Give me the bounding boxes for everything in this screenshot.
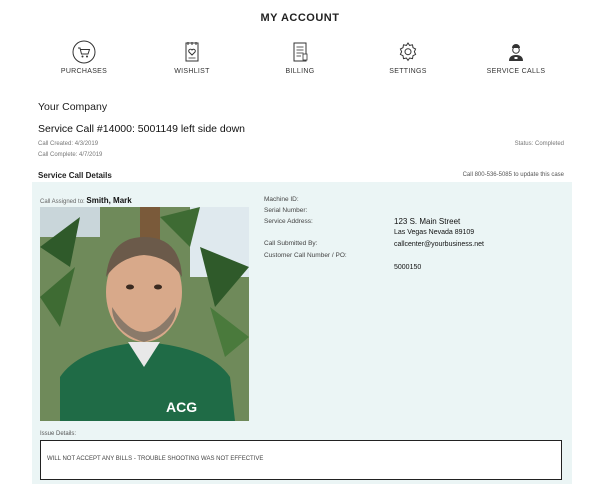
nav-label: SETTINGS [389, 68, 427, 75]
customer-po-label: Customer Call Number / PO: [264, 252, 347, 259]
call-complete-value: 4/7/2019 [79, 152, 103, 158]
serial-number-label: Serial Number: [264, 207, 308, 214]
details-heading: Service Call Details [38, 171, 112, 180]
service-address-label: Service Address: [264, 218, 313, 225]
gear-icon [399, 42, 417, 62]
call-created: Call Created: 4/3/2019 [38, 141, 98, 147]
address-line1: 123 S. Main Street [394, 217, 461, 226]
technician-photo: ACG [40, 207, 249, 421]
call-created-label: Call Created: [38, 141, 74, 147]
cart-icon [72, 40, 96, 64]
call-complete-label: Call Complete: [38, 152, 78, 158]
billing-icon [293, 42, 308, 62]
nav-label: PURCHASES [60, 68, 108, 75]
nav-wishlist[interactable]: WISHLIST [138, 40, 246, 84]
nav-label: WISHLIST [174, 68, 210, 75]
service-call-title: Service Call #14000: 5001149 left side d… [38, 123, 246, 135]
customer-po-value: 5000150 [394, 264, 422, 271]
call-complete: Call Complete: 4/7/2019 [38, 152, 102, 158]
nav-service-calls[interactable]: SERVICE CALLS [462, 40, 570, 84]
account-nav: PURCHASES WISHLIST BILLING SETTINGS SERV… [30, 40, 570, 84]
status-label: Status: [514, 141, 534, 147]
issue-details-box: WILL NOT ACCEPT ANY BILLS - TROUBLE SHOO… [40, 440, 562, 480]
issue-details-label: Issue Details: [40, 431, 77, 437]
wishlist-icon [185, 42, 199, 62]
machine-id-label: Machine ID: [264, 196, 299, 203]
call-assigned: Call Assigned to: Smith, Mark [40, 196, 132, 205]
call-created-value: 4/3/2019 [74, 141, 99, 147]
assigned-name: Smith, Mark [86, 196, 132, 205]
company-name: Your Company [38, 101, 108, 113]
update-case-text: Call 800-536-5085 to update this case [462, 172, 564, 178]
photo-logo: ACG [166, 399, 197, 415]
page-title: MY ACCOUNT [260, 12, 340, 24]
issue-details-text: WILL NOT ACCEPT ANY BILLS - TROUBLE SHOO… [47, 456, 264, 462]
nav-label: BILLING [285, 68, 315, 75]
address-line2: Las Vegas Nevada 89109 [394, 229, 475, 236]
nav-label: SERVICE CALLS [486, 68, 546, 75]
status-value: Completed [534, 141, 564, 147]
nav-purchases[interactable]: PURCHASES [30, 40, 138, 84]
call-status: Status: Completed [515, 141, 564, 147]
nav-settings[interactable]: SETTINGS [354, 40, 462, 84]
technician-icon [509, 44, 523, 61]
submitted-by-value[interactable]: callcenter@yourbusiness.net [394, 241, 484, 248]
nav-billing[interactable]: BILLING [246, 40, 354, 84]
submitted-by-label: Call Submitted By: [264, 240, 318, 247]
assigned-label: Call Assigned to: [40, 199, 85, 205]
